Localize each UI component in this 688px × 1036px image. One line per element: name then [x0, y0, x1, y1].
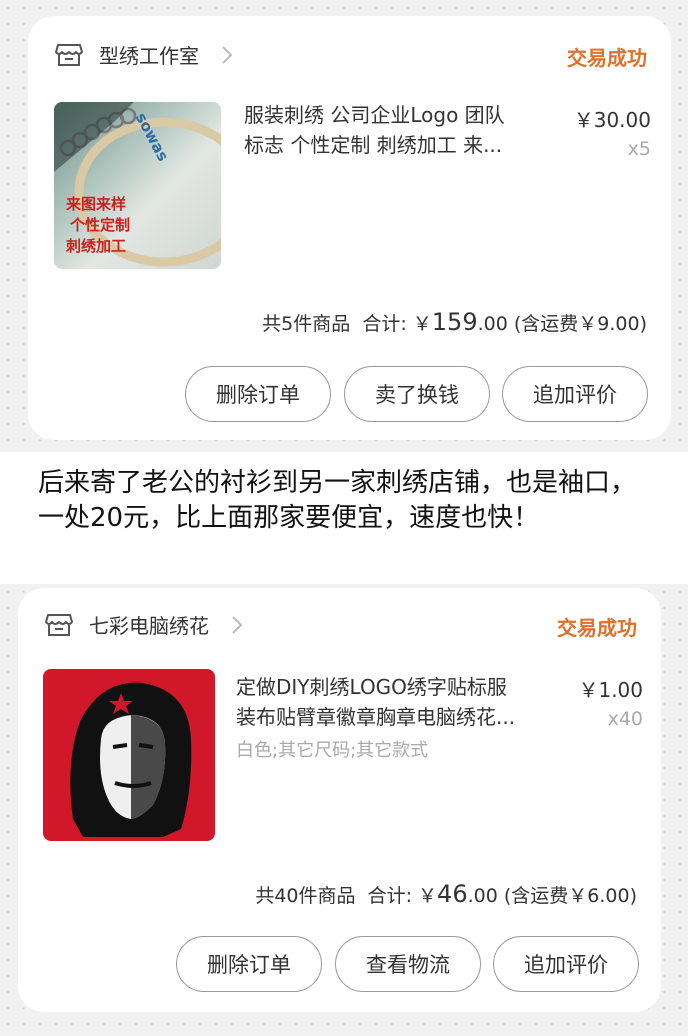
order-summary: 共5件商品 合计: ￥159.00 (含运费￥9.00)	[262, 308, 647, 336]
product-thumbnail[interactable]: sowas 来图来样 个性定制 刺绣加工	[54, 102, 221, 269]
store-icon	[55, 43, 83, 66]
thumbnail-caption-line: 来图来样	[66, 195, 127, 213]
product-title[interactable]: 服装刺绣 公司企业Logo 团队 标志 个性定制 刺绣加工 来...	[244, 100, 549, 160]
summary-cents: .00	[477, 313, 508, 335]
store-header[interactable]: 七彩电脑绣花	[45, 610, 243, 639]
product-title[interactable]: 定做DIY刺绣LOGO绣字贴标服 装布贴臂章徽章胸章电脑绣花...	[236, 672, 548, 732]
store-name: 七彩电脑绣花	[89, 614, 209, 638]
chevron-right-icon	[232, 615, 243, 634]
add-review-button[interactable]: 追加评价	[502, 366, 648, 422]
add-review-button[interactable]: 追加评价	[493, 936, 639, 992]
summary-shipping: (含运费￥9.00)	[513, 313, 647, 335]
delete-order-button[interactable]: 删除订单	[185, 366, 331, 422]
order-status: 交易成功	[557, 616, 637, 640]
thumbnail-caption: 来图来样 个性定制 刺绣加工	[66, 194, 130, 257]
product-thumbnail[interactable]	[43, 669, 215, 841]
summary-label: 合计: ￥	[367, 885, 438, 907]
product-quantity: x40	[607, 708, 643, 730]
chevron-right-icon	[222, 45, 233, 64]
product-title-line: 装布贴臂章徽章胸章电脑绣花...	[236, 705, 516, 729]
summary-count: 共5件商品	[262, 313, 351, 335]
product-title-line: 标志 个性定制 刺绣加工 来...	[244, 133, 503, 157]
product-spec: 白色;其它尺码;其它款式	[236, 740, 429, 761]
store-header[interactable]: 型绣工作室	[55, 40, 233, 69]
thumbnail-caption-line: 个性定制	[70, 216, 131, 234]
store-name: 型绣工作室	[99, 44, 199, 68]
summary-cents: .00	[467, 885, 498, 907]
product-title-line: 服装刺绣 公司企业Logo 团队	[244, 103, 505, 127]
product-price: ￥1.00	[578, 678, 643, 702]
delete-order-button[interactable]: 删除订单	[176, 936, 322, 992]
product-quantity: x5	[627, 138, 651, 160]
summary-label: 合计: ￥	[362, 313, 432, 335]
product-price: ￥30.00	[573, 108, 651, 132]
resell-button[interactable]: 卖了换钱	[344, 366, 490, 422]
summary-amount: 159	[431, 308, 478, 336]
store-icon	[45, 613, 73, 636]
thumbnail-caption-line: 刺绣加工	[66, 237, 127, 255]
product-title-line: 定做DIY刺绣LOGO绣字贴标服	[236, 675, 507, 699]
order-summary: 共40件商品 合计: ￥46.00 (含运费￥6.00)	[255, 880, 637, 908]
summary-count: 共40件商品	[255, 885, 356, 907]
order-card: 型绣工作室 交易成功 sowas 来图来样 个性定制 刺绣加工 服装刺绣 公司企…	[28, 16, 671, 440]
summary-shipping: (含运费￥6.00)	[503, 885, 637, 907]
summary-amount: 46	[437, 880, 468, 908]
portrait-embroidery-image	[70, 682, 192, 837]
order-status: 交易成功	[567, 46, 647, 70]
view-logistics-button[interactable]: 查看物流	[335, 936, 481, 992]
order-card: 七彩电脑绣花 交易成功 定做DIY刺绣LOGO绣字贴标服 装布贴臂章徽章胸章电脑…	[18, 588, 661, 1012]
caption-text: 后来寄了老公的衬衫到另一家刺绣店铺，也是袖口，一处20元，比上面那家要便宜，速度…	[38, 468, 637, 533]
